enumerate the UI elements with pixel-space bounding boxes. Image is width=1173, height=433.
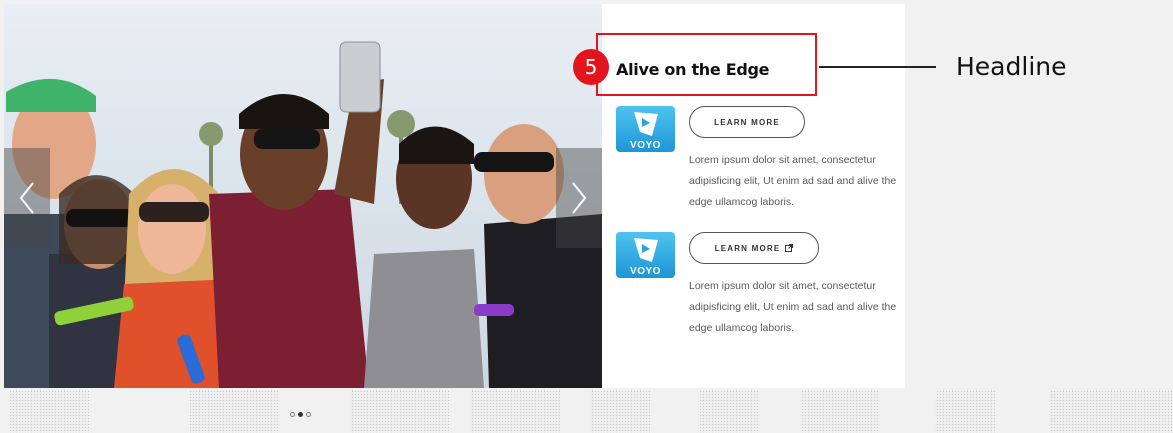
feature-description: Lorem ipsum dolor sit amet, consectetur …: [689, 154, 897, 208]
group-selfie-photo: [4, 4, 602, 388]
chevron-left-icon: [19, 182, 34, 214]
background-watermark: [0, 384, 1173, 433]
slider-prev-button[interactable]: [4, 148, 50, 248]
external-link-icon: [785, 244, 794, 252]
annotation-label: Headline: [956, 52, 1067, 81]
slider-dot[interactable]: [306, 412, 311, 417]
annotation-leader-line: [819, 66, 936, 68]
learn-more-external-button[interactable]: LEARN MORE: [689, 232, 819, 264]
image-slider[interactable]: [4, 4, 602, 388]
chevron-right-icon: [572, 182, 587, 214]
voyo-logo: VOYO: [616, 106, 675, 152]
learn-more-button[interactable]: LEARN MORE: [689, 106, 805, 138]
learn-more-label: LEARN MORE: [714, 243, 781, 253]
slider-next-button[interactable]: [556, 148, 602, 248]
feature-description: Lorem ipsum dolor sit amet, consectetur …: [689, 280, 897, 334]
slider-pagination: [290, 412, 311, 417]
annotation-number-badge: 5: [573, 49, 609, 85]
voyo-logo: VOYO: [616, 232, 675, 278]
voyo-logo-text: VOYO: [630, 266, 661, 277]
slider-dot[interactable]: [290, 412, 295, 417]
learn-more-label: LEARN MORE: [714, 117, 780, 127]
section-headline: Alive on the Edge: [616, 60, 770, 79]
voyo-logo-text: VOYO: [630, 140, 661, 151]
slider-dot-active[interactable]: [298, 412, 303, 417]
